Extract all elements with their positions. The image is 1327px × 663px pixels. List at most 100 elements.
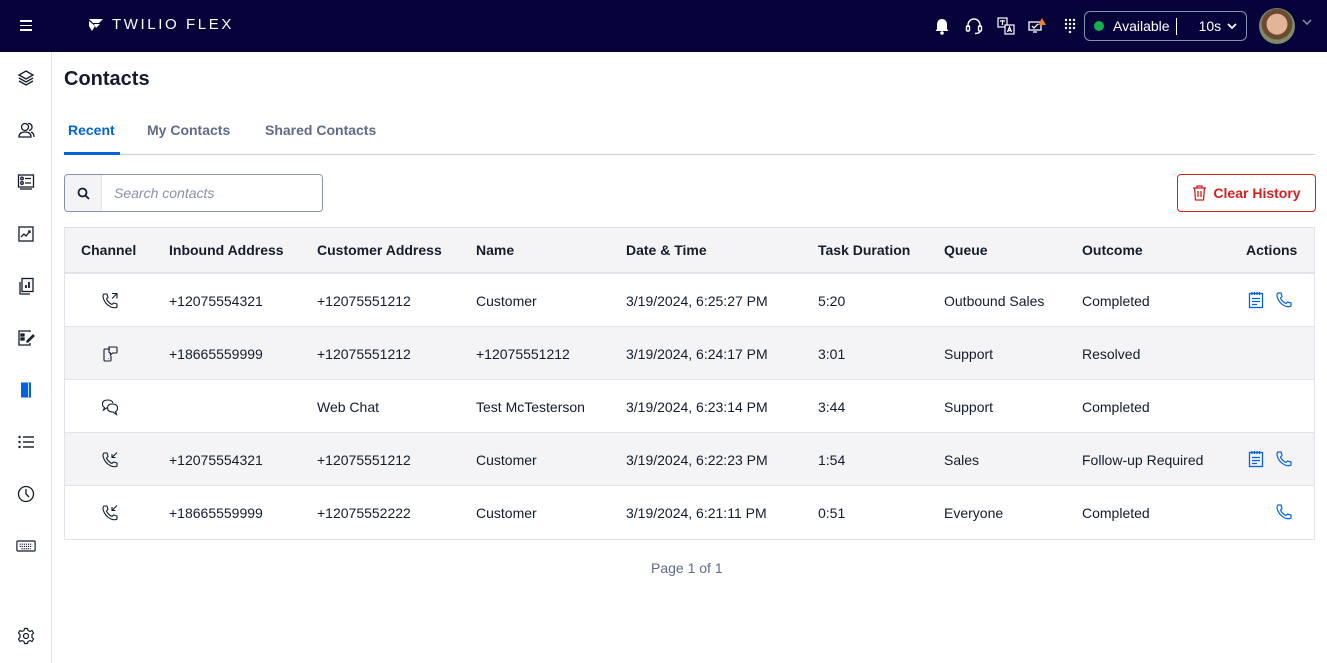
sidebar-item-layers[interactable] [16,68,36,88]
queue-cell: Everyone [944,505,1004,521]
list-card-icon [17,174,35,190]
inbound-call-icon [102,452,118,468]
queue-cell: Sales [944,452,980,468]
call-icon[interactable] [1275,450,1293,468]
search-contacts-input[interactable] [102,175,322,211]
outcome-cell: Resolved [1082,346,1141,362]
table-header: Channel Inbound Address Customer Address… [65,228,1314,274]
user-avatar[interactable] [1259,8,1295,44]
headset-icon[interactable] [962,14,986,38]
keyboard-icon [16,540,36,552]
sidebar-item-settings[interactable] [16,626,36,646]
outcome-cell: Completed [1082,399,1150,415]
pagination-label: Page 1 of 1 [651,560,723,576]
brand-name: TWILIO FLEX [112,16,234,33]
call-icon[interactable] [1275,291,1293,309]
column-header-name[interactable]: Name [476,242,514,258]
column-header-date-time[interactable]: Date & Time [626,242,707,258]
sidebar-item-keyboard[interactable] [16,536,36,556]
date-time-cell: 3/19/2024, 6:23:14 PM [626,399,768,415]
gear-icon [17,627,35,645]
brand-logo: TWILIO FLEX [88,16,234,33]
sidebar-nav [0,52,52,663]
table-row[interactable]: +12075554321 +12075551212 Customer 3/19/… [65,274,1314,327]
chevron-down-icon [1227,23,1237,29]
inbound-address-cell: +12075554321 [169,452,263,468]
table-row[interactable]: +18665559999 +12075552222 Customer 3/19/… [65,486,1314,539]
contacts-tabs: Recent My Contacts Shared Contacts [64,114,1315,155]
outbound-call-icon [102,292,118,309]
active-tab-indicator [64,152,120,155]
duration-cell: 5:20 [818,293,846,309]
column-header-channel[interactable]: Channel [81,242,136,258]
sidebar-item-queues[interactable] [16,172,36,192]
column-header-actions: Actions [1246,242,1298,258]
status-timer: 10s [1198,18,1222,34]
users-icon [18,122,35,138]
column-header-inbound-address[interactable]: Inbound Address [169,242,284,258]
duration-cell: 1:54 [818,452,846,468]
column-header-outcome[interactable]: Outcome [1082,242,1143,258]
menu-hamburger-icon[interactable] [17,17,35,35]
sidebar-item-contacts[interactable] [16,380,36,400]
name-cell: Customer [476,452,537,468]
table-row[interactable]: +18665559999 +12075551212 +12075551212 3… [65,327,1314,380]
name-cell: Customer [476,293,537,309]
trend-chart-icon [18,226,34,242]
name-cell: Test McTesterson [476,399,585,415]
list-icon [18,435,34,449]
outcome-cell: Completed [1082,505,1150,521]
sidebar-item-insights[interactable] [16,224,36,244]
notes-icon[interactable] [1247,450,1265,468]
outcome-cell: Completed [1082,293,1150,309]
sidebar-item-agents[interactable] [16,120,36,140]
search-box [64,174,323,212]
alert-monitor-icon[interactable] [1026,14,1050,38]
customer-address-cell: +12075551212 [317,346,411,362]
sidebar-item-reports[interactable] [16,276,36,296]
duration-cell: 3:44 [818,399,846,415]
date-time-cell: 3/19/2024, 6:24:17 PM [626,346,768,362]
tab-recent[interactable]: Recent [68,122,115,138]
sms-icon [103,346,118,362]
sidebar-item-tasks[interactable] [16,328,36,348]
clock-icon [17,485,35,503]
inbound-call-icon [102,505,118,521]
clear-history-button[interactable]: Clear History [1177,174,1316,212]
call-icon[interactable] [1275,503,1293,521]
trash-icon [1193,185,1207,201]
column-header-customer-address[interactable]: Customer Address [317,242,442,258]
activity-status-dropdown[interactable]: Available 10s [1084,11,1247,41]
queue-cell: Support [944,346,994,362]
notes-icon[interactable] [1247,291,1265,309]
top-bar: TWILIO FLEX Available 10s [0,0,1327,52]
contacts-table: Channel Inbound Address Customer Address… [64,227,1315,540]
search-icon [65,175,102,211]
table-row[interactable]: Web Chat Test McTesterson 3/19/2024, 6:2… [65,380,1314,433]
contact-book-icon [21,382,31,398]
bell-icon[interactable] [930,14,954,38]
webchat-icon [101,399,119,416]
customer-address-cell: +12075552222 [317,505,411,521]
apps-grid-icon[interactable] [1058,14,1082,38]
date-time-cell: 3/19/2024, 6:22:23 PM [626,452,768,468]
table-row[interactable]: +12075554321 +12075551212 Customer 3/19/… [65,433,1314,486]
tab-shared-contacts[interactable]: Shared Contacts [265,122,376,138]
inbound-address-cell: +12075554321 [169,293,263,309]
customer-address-cell: Web Chat [317,399,379,415]
queue-cell: Support [944,399,994,415]
tab-my-contacts[interactable]: My Contacts [147,122,230,138]
column-header-queue[interactable]: Queue [944,242,988,258]
column-header-task-duration[interactable]: Task Duration [818,242,910,258]
sidebar-item-history[interactable] [16,484,36,504]
user-menu-chevron-icon[interactable] [1302,19,1312,25]
edit-list-icon [18,330,35,346]
customer-address-cell: +12075551212 [317,452,411,468]
bar-chart-icon [19,277,34,295]
translate-icon[interactable] [994,14,1018,38]
twilio-flex-logo-icon [89,18,103,31]
sidebar-item-list[interactable] [16,432,36,452]
status-divider [1175,17,1177,35]
layers-icon [17,70,35,86]
duration-cell: 0:51 [818,505,846,521]
